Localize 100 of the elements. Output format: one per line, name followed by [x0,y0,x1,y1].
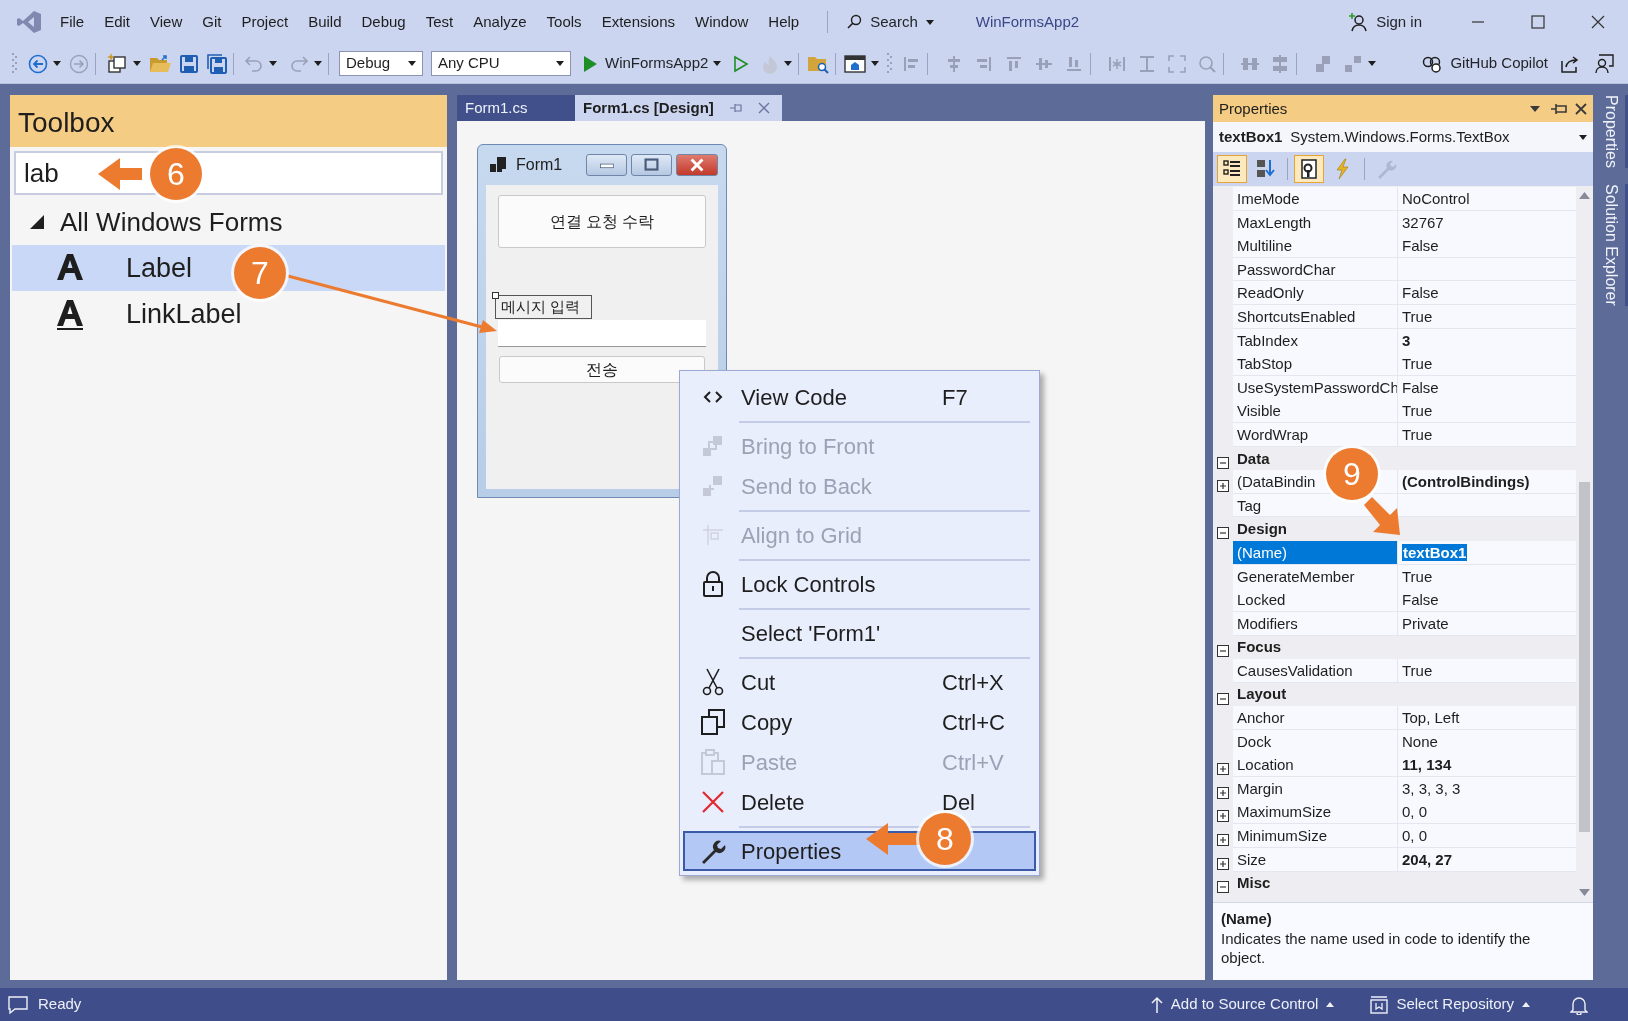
categorized-icon[interactable] [1217,155,1247,183]
category-label[interactable]: Focus [1237,638,1282,656]
property-value[interactable]: False [1398,375,1576,400]
property-name[interactable]: Dock [1237,732,1272,750]
object-name[interactable]: textBox1 [1219,125,1283,149]
pin-icon[interactable] [1551,103,1567,115]
property-value[interactable]: 11, 134 [1398,753,1576,778]
expand-icon[interactable] [1217,834,1229,847]
selection-handle[interactable] [492,292,499,299]
maximize-icon[interactable] [1528,12,1548,32]
form-textbox[interactable] [498,320,706,347]
property-value[interactable]: True [1398,352,1576,377]
property-name[interactable]: Visible [1237,402,1281,420]
menu-item[interactable]: Help [758,8,810,36]
property-value[interactable]: True [1398,422,1576,447]
property-value[interactable]: False [1398,588,1576,613]
property-value[interactable]: False [1398,281,1576,306]
caret-icon[interactable] [713,61,722,66]
save-icon[interactable] [179,53,199,74]
toolbar-grip[interactable] [12,51,18,76]
property-value[interactable]: NoControl [1398,187,1576,211]
start-button[interactable]: WinFormsApp2 [583,52,709,75]
property-value[interactable]: False [1398,234,1576,259]
maximize-button[interactable] [631,154,672,176]
close-icon[interactable] [1575,103,1587,115]
expand-icon[interactable] [1217,786,1229,799]
menu-item[interactable]: Cut Ctrl+X [683,662,1036,702]
window-icon[interactable] [844,53,867,74]
caret-icon[interactable] [1579,134,1587,140]
caret-icon[interactable] [269,61,277,66]
new-project-icon[interactable] [106,52,128,75]
expand-icon[interactable] [30,215,44,229]
bell-icon[interactable] [1570,994,1588,1015]
collapse-icon[interactable] [1217,456,1229,469]
property-value[interactable]: True [1398,658,1576,683]
property-value[interactable]: 204, 27 [1398,847,1576,872]
search-button[interactable]: Search [842,10,938,34]
collapse-icon[interactable] [1217,692,1229,705]
minimize-button[interactable] [586,154,627,176]
menu-item[interactable]: View [140,8,193,36]
property-name[interactable]: Size [1237,850,1267,868]
object-type[interactable]: System.Windows.Forms.TextBox [1290,125,1510,149]
collapse-icon[interactable] [1217,645,1229,658]
menu-item[interactable]: Debug [351,8,416,36]
menu-item[interactable]: Git [192,8,232,36]
property-value[interactable]: True [1398,304,1576,329]
feedback-icon[interactable] [1594,53,1614,74]
sign-in-button[interactable]: Sign in [1348,10,1422,34]
collapse-icon[interactable] [1217,527,1229,540]
caret-icon[interactable] [314,61,322,66]
caret-icon[interactable] [871,61,880,66]
menu-item[interactable]: Project [231,8,299,36]
scroll-thumb[interactable] [1579,482,1590,832]
menu-item[interactable]: Extensions [591,8,685,36]
property-value[interactable]: 3, 3, 3, 3 [1398,776,1576,801]
collapse-icon[interactable] [1217,881,1229,894]
expand-icon[interactable] [1217,857,1229,870]
property-value[interactable]: (ControlBindings) [1398,470,1576,495]
property-value[interactable]: 32767 [1398,210,1576,235]
property-value[interactable]: textBox1 [1398,540,1576,565]
property-value[interactable]: Top, Left [1398,706,1576,731]
close-button[interactable] [676,154,718,176]
play-outline-icon[interactable] [733,54,750,73]
source-control-button[interactable]: Add to Source Control [1150,993,1335,1016]
property-value[interactable]: 0, 0 [1398,800,1576,825]
menu-item[interactable]: Copy Ctrl+C [683,702,1036,742]
save-all-icon[interactable] [207,53,227,74]
expand-icon[interactable] [1217,480,1229,493]
open-folder-icon[interactable] [149,53,171,74]
caret-icon[interactable] [1368,61,1377,66]
platform-dropdown[interactable]: Any CPU [431,51,571,76]
form-button[interactable]: 연결 요청 수락 [498,195,706,248]
expand-icon[interactable] [1217,763,1229,776]
side-tab[interactable]: Solution Explorer [1596,183,1628,306]
share-icon[interactable] [1560,54,1580,73]
toolbar-grip[interactable] [887,51,894,76]
category-label[interactable]: Layout [1237,685,1287,703]
repository-button[interactable]: Select Repository [1370,993,1530,1016]
document-tab[interactable]: Form1.cs [457,95,575,121]
side-tab[interactable]: Properties [1596,95,1628,168]
menu-item[interactable]: Lock Controls [683,564,1036,604]
configuration-dropdown[interactable]: Debug [339,51,423,76]
property-value[interactable]: 0, 0 [1398,824,1576,849]
property-value[interactable]: None [1398,729,1576,754]
caret-icon[interactable] [784,61,793,66]
property-pages-icon[interactable] [1294,155,1324,183]
menu-item[interactable]: Tools [536,8,592,36]
menu-item[interactable]: Select 'Form1' [683,613,1036,653]
menu-item[interactable]: Edit [94,8,141,36]
property-value[interactable]: 3 [1398,328,1576,353]
property-name[interactable]: Tag [1237,496,1262,514]
menu-item[interactable]: Test [415,8,464,36]
property-value[interactable]: True [1398,399,1576,424]
menu-item[interactable]: Window [685,8,759,36]
scroll-up-icon[interactable] [1579,192,1590,199]
caret-icon[interactable] [133,61,141,66]
group-label[interactable]: All Windows Forms [60,202,283,242]
menu-item[interactable]: Build [298,8,352,36]
caret-icon[interactable] [1529,105,1541,113]
scroll-down-icon[interactable] [1579,889,1590,896]
